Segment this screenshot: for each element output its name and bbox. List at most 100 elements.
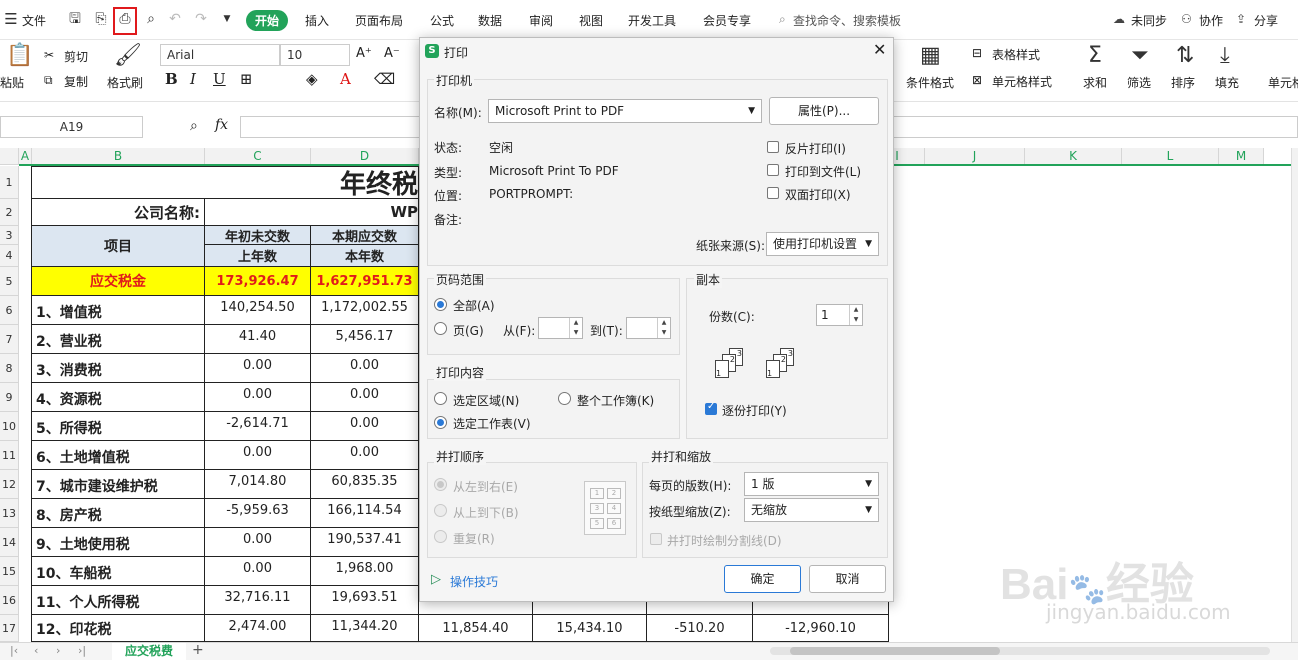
row-header[interactable]: 9 xyxy=(0,383,19,412)
menu-file[interactable]: 文件 xyxy=(22,12,46,29)
repeat-radio[interactable] xyxy=(434,530,447,543)
active-sheet-radio[interactable] xyxy=(434,416,447,429)
prior-year-cell[interactable]: 140,254.50 xyxy=(205,296,311,325)
current-year-cell[interactable]: 0.00 xyxy=(311,354,419,383)
row-header[interactable]: 15 xyxy=(0,557,19,586)
selection-radio[interactable] xyxy=(434,392,447,405)
menu-view[interactable]: 视图 xyxy=(579,12,603,29)
menu-insert[interactable]: 插入 xyxy=(305,12,329,29)
add-sheet-icon[interactable]: + xyxy=(192,642,204,658)
row-header[interactable]: 6 xyxy=(0,296,19,325)
current-year-cell[interactable]: 190,537.41 xyxy=(311,528,419,557)
fill-icon[interactable]: ⤓ xyxy=(1220,44,1230,68)
paper-scale-select[interactable]: 无缩放 ▼ xyxy=(744,498,879,522)
current-year-cell[interactable]: 1,172,002.55 xyxy=(311,296,419,325)
row17-value-cell[interactable]: -12,960.10 xyxy=(753,615,889,642)
left-to-right-radio[interactable] xyxy=(434,478,447,491)
prior-year-cell[interactable]: 0.00 xyxy=(205,354,311,383)
format-painter-button[interactable]: 格式刷 xyxy=(107,74,143,91)
company-value-cell[interactable]: WP xyxy=(205,199,419,226)
row-label-cell[interactable]: 10、车船税 xyxy=(32,557,205,586)
font-name-select[interactable]: Arial xyxy=(160,44,280,66)
column-header[interactable]: M xyxy=(1219,148,1264,165)
row-header[interactable]: 14 xyxy=(0,528,19,557)
prior-year-cell[interactable]: 0.00 xyxy=(205,557,311,586)
sort-icon[interactable]: ⇅ xyxy=(1176,44,1194,68)
corner-select-all[interactable] xyxy=(0,148,19,165)
fx-icon[interactable]: fx xyxy=(215,117,228,133)
menu-member[interactable]: 会员专享 xyxy=(703,12,751,29)
current-year-cell[interactable]: 11,344.20 xyxy=(311,615,419,642)
menu-formula[interactable]: 公式 xyxy=(430,12,454,29)
export-icon[interactable]: ⎘ xyxy=(92,10,110,28)
paste-icon[interactable]: 📋 xyxy=(6,44,33,68)
header-item-cell[interactable]: 项目 xyxy=(32,226,205,267)
paper-source-select[interactable]: 使用打印机设置 ▼ xyxy=(766,232,879,256)
reverse-print-checkbox[interactable] xyxy=(767,141,779,153)
column-header[interactable]: K xyxy=(1025,148,1122,165)
font-size-select[interactable]: 10 xyxy=(280,44,350,66)
print-preview-icon[interactable]: ⌕ xyxy=(142,10,160,28)
copies-input[interactable]: 1 ▲ ▼ xyxy=(816,304,863,326)
row17-value-cell[interactable]: -510.20 xyxy=(647,615,753,642)
row-header[interactable]: 10 xyxy=(0,412,19,441)
clear-format-icon[interactable]: ⌫ xyxy=(374,70,395,88)
row-header[interactable]: 12 xyxy=(0,470,19,499)
save-icon[interactable]: 🖫 xyxy=(66,10,84,28)
prior-year-cell[interactable]: 32,716.11 xyxy=(205,586,311,615)
top-to-bottom-radio[interactable] xyxy=(434,504,447,517)
underline-button[interactable]: U xyxy=(213,70,226,88)
total-label-cell[interactable]: 应交税金 xyxy=(32,267,205,296)
font-grow-icon[interactable]: A⁺ xyxy=(356,46,372,61)
italic-button[interactable]: I xyxy=(190,70,196,88)
fill-color-icon[interactable]: ◈ xyxy=(306,70,318,88)
redo-icon[interactable]: ↷ xyxy=(192,10,210,28)
undo-icon[interactable]: ↶ xyxy=(166,10,184,28)
copy-icon[interactable]: ⧉ xyxy=(44,73,53,88)
name-box[interactable]: A19 xyxy=(0,116,143,138)
row-label-cell[interactable]: 5、所得税 xyxy=(32,412,205,441)
current-year-cell[interactable]: 5,456.17 xyxy=(311,325,419,354)
column-header[interactable]: C xyxy=(205,148,311,165)
row-header[interactable]: 13 xyxy=(0,499,19,528)
current-year-cell[interactable]: 60,835.35 xyxy=(311,470,419,499)
font-color-icon[interactable]: A xyxy=(340,70,351,88)
prior-year-cell[interactable]: 0.00 xyxy=(205,383,311,412)
row-header[interactable]: 16 xyxy=(0,586,19,615)
filter-icon[interactable]: ⏷ xyxy=(1131,44,1149,68)
share-button[interactable]: 分享 xyxy=(1254,12,1278,29)
prior-year-cell[interactable]: 0.00 xyxy=(205,441,311,470)
menu-page-layout[interactable]: 页面布局 xyxy=(355,12,403,29)
cell-style-button[interactable]: 单元格样式 xyxy=(992,73,1052,90)
duplex-checkbox[interactable] xyxy=(767,187,779,199)
tips-link[interactable]: 操作技巧 xyxy=(450,573,498,590)
printer-name-select[interactable]: Microsoft Print to PDF ▼ xyxy=(488,99,762,123)
row-label-cell[interactable]: 11、个人所得税 xyxy=(32,586,205,615)
sheet-title-cell[interactable]: 年终税 xyxy=(32,166,419,199)
cut-icon[interactable]: ✂ xyxy=(44,48,54,62)
row-label-cell[interactable]: 12、印花税 xyxy=(32,615,205,642)
current-year-cell[interactable]: 166,114.54 xyxy=(311,499,419,528)
current-year-cell[interactable]: 1,968.00 xyxy=(311,557,419,586)
cell-button[interactable]: 单元格 xyxy=(1268,74,1298,91)
vertical-scrollbar[interactable] xyxy=(1291,148,1298,642)
horizontal-scrollbar[interactable] xyxy=(770,647,1270,655)
range-all-radio[interactable] xyxy=(434,298,447,311)
ok-button[interactable]: 确定 xyxy=(724,565,801,593)
row-header[interactable]: 1 xyxy=(0,166,19,199)
current-year-cell[interactable]: 0.00 xyxy=(311,383,419,412)
bold-button[interactable]: B xyxy=(165,70,178,88)
first-sheet-icon[interactable]: |‹ xyxy=(10,644,18,657)
total-d-cell[interactable]: 1,627,951.73 xyxy=(311,267,419,296)
total-c-cell[interactable]: 173,926.47 xyxy=(205,267,311,296)
header-d1-cell[interactable]: 本期应交数 xyxy=(311,226,419,245)
row-label-cell[interactable]: 2、营业税 xyxy=(32,325,205,354)
row-header[interactable]: 5 xyxy=(0,267,19,296)
row-label-cell[interactable]: 6、土地增值税 xyxy=(32,441,205,470)
row-header[interactable]: 3 xyxy=(0,226,19,245)
table-style-button[interactable]: 表格样式 xyxy=(992,46,1040,63)
row-header[interactable]: 2 xyxy=(0,199,19,226)
prior-year-cell[interactable]: 7,014.80 xyxy=(205,470,311,499)
row-label-cell[interactable]: 3、消费税 xyxy=(32,354,205,383)
copy-button[interactable]: 复制 xyxy=(64,73,88,90)
